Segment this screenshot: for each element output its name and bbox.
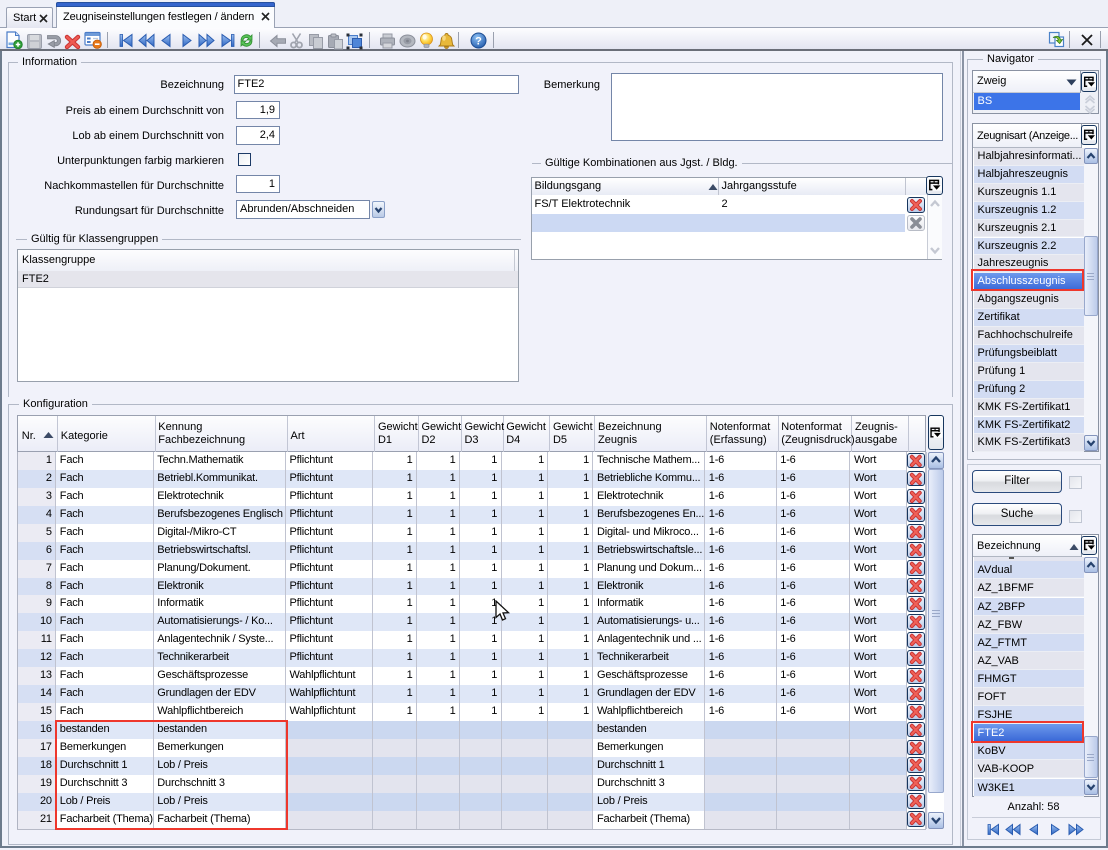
svg-text:?: ? [475,36,482,48]
